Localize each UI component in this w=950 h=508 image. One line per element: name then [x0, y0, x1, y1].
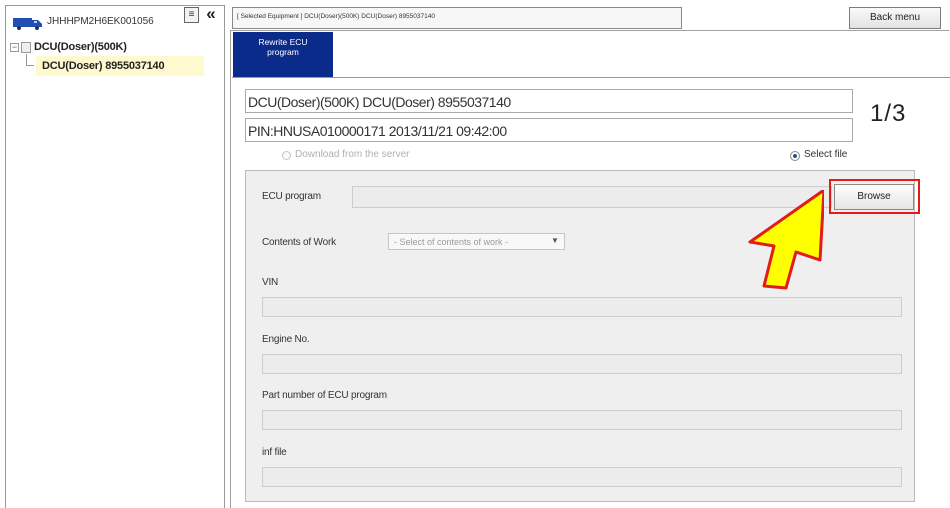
chevron-down-icon[interactable]: ▼ — [551, 236, 559, 245]
download-from-server-label: Download from the server — [295, 149, 410, 160]
step-indicator: 1/3 — [870, 100, 907, 127]
download-from-server-radio[interactable] — [282, 151, 291, 160]
ecu-program-label: ECU program — [262, 191, 321, 202]
tree-node-dcu-8955037140[interactable]: DCU(Doser) 8955037140 — [36, 56, 204, 76]
tree-node-dcu-500k[interactable]: DCU(Doser)(500K) — [34, 41, 127, 53]
contents-of-work-select[interactable]: - Select of contents of work - — [388, 233, 565, 250]
tree-expander-icon[interactable]: − — [10, 43, 19, 52]
tab-label-line2: program — [267, 47, 299, 57]
tab-rewrite-ecu-program[interactable]: Rewrite ECU program — [233, 32, 333, 77]
engine-no-label: Engine No. — [262, 334, 310, 345]
vehicle-id-label: JHHHPM2H6EK001056 — [47, 16, 154, 27]
equipment-tree-panel: JHHHPM2H6EK001056 ≡ « − DCU(Doser)(500K)… — [5, 5, 225, 508]
arrow-pointer-icon — [748, 190, 824, 290]
header-divider — [232, 77, 950, 79]
back-menu-button[interactable]: Back menu — [849, 7, 941, 29]
inf-file-label: inf file — [262, 447, 287, 458]
inf-file-field[interactable] — [262, 467, 902, 487]
engine-no-field[interactable] — [262, 354, 902, 374]
tree-connector — [26, 54, 34, 66]
part-number-label: Part number of ECU program — [262, 390, 387, 401]
truck-icon — [13, 18, 42, 30]
contents-of-work-label: Contents of Work — [262, 237, 336, 248]
tree-node-icon — [21, 42, 31, 53]
tab-label-line1: Rewrite ECU — [258, 37, 308, 47]
equipment-tree: − DCU(Doser)(500K) DCU(Doser) 8955037140 — [6, 36, 224, 96]
vin-label: VIN — [262, 277, 279, 288]
select-file-label: Select file — [804, 149, 848, 160]
part-number-field[interactable] — [262, 410, 902, 430]
collapse-tree-button[interactable]: ≡ — [184, 7, 199, 23]
select-file-radio[interactable] — [790, 151, 800, 161]
ecu-name-display: DCU(Doser)(500K) DCU(Doser) 8955037140 — [245, 89, 853, 113]
selected-equipment-bar: [ Selected Equipment ] DCU(Doser)(500K) … — [232, 7, 682, 29]
hide-panel-button[interactable]: « — [202, 5, 220, 24]
contents-of-work-value: - Select of contents of work - — [394, 237, 509, 247]
browse-highlight-box — [829, 179, 920, 214]
pin-display: PIN:HNUSA010000171 2013/11/21 09:42:00 — [245, 118, 853, 142]
vin-field[interactable] — [262, 297, 902, 317]
